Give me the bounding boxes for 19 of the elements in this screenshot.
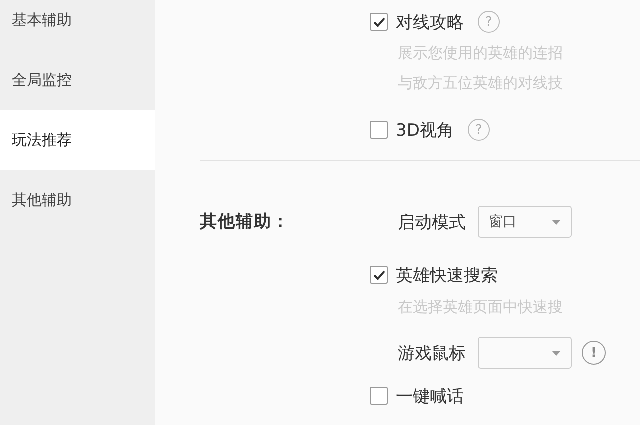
checkbox-label[interactable]: 英雄快速搜索: [396, 264, 498, 286]
dropdown-label: 游戏鼠标: [398, 342, 466, 364]
caret-icon: [552, 220, 561, 224]
checkbox[interactable]: [370, 121, 388, 139]
checkbox[interactable]: [370, 387, 388, 405]
checkbox[interactable]: [370, 266, 388, 284]
checkbox-label[interactable]: 一键喊话: [396, 384, 464, 408]
checkbox-label[interactable]: 对线攻略: [396, 10, 464, 34]
dropdown-label: 启动模式: [398, 212, 466, 234]
sidebar-item[interactable]: 基本辅助: [0, 0, 155, 50]
section-title: 其他辅助：: [200, 211, 291, 234]
sidebar-item[interactable]: 全局监控: [0, 50, 155, 110]
checkbox[interactable]: [370, 13, 388, 31]
dropdown[interactable]: 窗口: [478, 206, 572, 238]
dropdown[interactable]: [478, 337, 572, 369]
checkbox-label[interactable]: 3D视角: [396, 118, 454, 142]
sidebar-item[interactable]: 玩法推荐: [0, 110, 155, 170]
caret-icon: [552, 350, 561, 356]
sidebar-item[interactable]: 其他辅助: [0, 170, 155, 230]
